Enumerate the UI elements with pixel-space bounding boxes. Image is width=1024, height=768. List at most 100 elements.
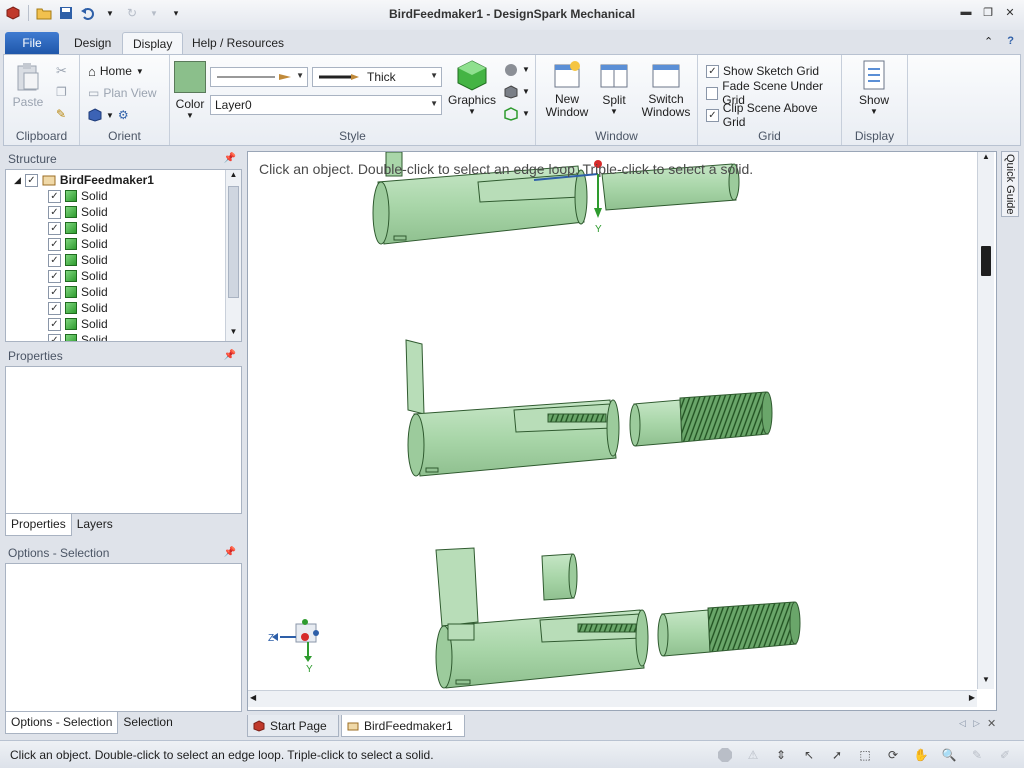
- pointer-icon[interactable]: ➚: [828, 746, 846, 764]
- stop-icon[interactable]: [716, 746, 734, 764]
- tree-item-solid[interactable]: ✓ Solid: [48, 332, 108, 341]
- tab-selection[interactable]: Selection: [118, 712, 177, 734]
- tab-properties[interactable]: Properties: [5, 514, 72, 536]
- tree-item-checkbox[interactable]: ✓: [48, 301, 61, 315]
- fade-scene-checkbox[interactable]: Fade Scene Under Grid: [706, 79, 841, 107]
- wireframe-style-dropdown-icon[interactable]: ▼: [522, 109, 530, 118]
- tab-options-selection[interactable]: Options - Selection: [5, 712, 119, 734]
- tree-item-checkbox[interactable]: ✓: [48, 285, 61, 299]
- zoom-icon[interactable]: 🔍: [940, 746, 958, 764]
- solid-icon: [65, 222, 77, 234]
- scroll-up-arrow[interactable]: ▲: [226, 170, 241, 184]
- box-style-icon[interactable]: [504, 85, 518, 102]
- plan-view-button[interactable]: ▭ Plan View: [88, 83, 157, 103]
- clip-scene-checkbox[interactable]: ✓ Clip Scene Above Grid: [706, 101, 841, 129]
- sphere-style-dropdown-icon[interactable]: ▼: [522, 65, 530, 74]
- new-window-button[interactable]: New Window: [544, 59, 590, 119]
- tree-item-solid[interactable]: ✓ Solid: [48, 284, 108, 300]
- tab-birdfeedmaker1[interactable]: BirdFeedmaker1 ✕: [341, 715, 465, 755]
- format-painter-icon[interactable]: ✎: [56, 107, 66, 121]
- switch-windows-button[interactable]: Switch Windows: [636, 59, 696, 119]
- tab-file[interactable]: File: [5, 32, 59, 54]
- scroll-thumb[interactable]: [981, 246, 991, 276]
- restore-icon[interactable]: ❐: [980, 4, 996, 20]
- box-style-dropdown-icon[interactable]: ▼: [522, 87, 530, 96]
- scroll-down-arrow[interactable]: ▼: [226, 327, 241, 341]
- tab-prev-icon[interactable]: ◁: [959, 718, 966, 729]
- tree-item-checkbox[interactable]: ✓: [48, 269, 61, 283]
- tab-design[interactable]: Design: [64, 32, 121, 54]
- graphics-button[interactable]: Graphics ▼: [448, 59, 496, 116]
- tree-item-checkbox[interactable]: ✓: [48, 205, 61, 219]
- scroll-thumb[interactable]: [228, 186, 239, 298]
- sketch-icon[interactable]: ✎: [968, 746, 986, 764]
- structure-scrollbar[interactable]: ▲ ▼: [225, 170, 241, 341]
- orbit-icon[interactable]: ⟳: [884, 746, 902, 764]
- pin-icon[interactable]: 📌: [224, 347, 236, 365]
- expand-icon[interactable]: ◢: [14, 175, 21, 186]
- line-weight-dropdown[interactable]: Thick ▼: [312, 67, 442, 87]
- scroll-down-arrow[interactable]: ▼: [978, 675, 994, 689]
- measure-icon[interactable]: ✐: [996, 746, 1014, 764]
- select-mode-icon[interactable]: ↖: [800, 746, 818, 764]
- box-select-icon[interactable]: ⬚: [856, 746, 874, 764]
- assembly-middle[interactable]: [405, 339, 773, 477]
- scroll-right-arrow[interactable]: ▶: [969, 693, 975, 702]
- pin-icon[interactable]: 📌: [224, 544, 236, 562]
- model-canvas[interactable]: Y Z Y: [248, 152, 997, 711]
- color-button[interactable]: Color ▼: [174, 61, 206, 120]
- tree-item-label: Solid: [81, 317, 108, 331]
- pin-icon[interactable]: 📌: [224, 150, 236, 168]
- show-button[interactable]: Show ▼: [858, 59, 890, 116]
- tree-item-solid[interactable]: ✓ Solid: [48, 188, 108, 204]
- tab-next-icon[interactable]: ▷: [973, 718, 980, 729]
- tree-item-checkbox[interactable]: ✓: [48, 189, 61, 203]
- tab-help-resources[interactable]: Help / Resources: [182, 32, 294, 54]
- layer-dropdown[interactable]: Layer0 ▼: [210, 95, 442, 115]
- home-button[interactable]: ⌂ Home ▼: [88, 61, 144, 81]
- viewport-horizontal-scrollbar[interactable]: ◀ ▶: [248, 690, 977, 707]
- show-sketch-grid-checkbox[interactable]: ✓ Show Sketch Grid: [706, 61, 819, 81]
- viewport-vertical-scrollbar[interactable]: ▲ ▼: [977, 152, 994, 689]
- help-icon[interactable]: ?: [1007, 35, 1014, 48]
- line-style-dropdown[interactable]: ▼: [210, 67, 308, 87]
- tab-display[interactable]: Display: [122, 32, 184, 54]
- tree-item-solid[interactable]: ✓ Solid: [48, 316, 108, 332]
- 3d-viewport[interactable]: Y Z Y Click an object. Double-click to s…: [247, 151, 997, 711]
- cut-icon[interactable]: ✂: [56, 63, 67, 79]
- wireframe-style-icon[interactable]: [504, 107, 518, 124]
- tree-item-solid[interactable]: ✓ Solid: [48, 300, 108, 316]
- pan-icon[interactable]: ✋: [912, 746, 930, 764]
- sphere-style-icon[interactable]: [504, 63, 518, 80]
- view-cube-icon[interactable]: [88, 108, 102, 122]
- close-icon[interactable]: ✕: [1002, 4, 1018, 20]
- split-button[interactable]: Split ▼: [598, 59, 630, 116]
- tree-item-checkbox[interactable]: ✓: [48, 237, 61, 251]
- tree-item-checkbox[interactable]: ✓: [48, 317, 61, 331]
- view-dropdown-icon[interactable]: ▼: [106, 111, 114, 120]
- tree-item-solid[interactable]: ✓ Solid: [48, 236, 108, 252]
- tree-item-checkbox[interactable]: ✓: [48, 253, 61, 267]
- scroll-left-arrow[interactable]: ◀: [250, 693, 256, 702]
- tree-item-checkbox[interactable]: ✓: [48, 333, 61, 341]
- scroll-up-arrow[interactable]: ▲: [978, 152, 994, 166]
- minimize-icon[interactable]: ▬: [958, 4, 974, 20]
- close-all-tabs-icon[interactable]: ✕: [987, 717, 996, 730]
- tab-start-page[interactable]: Start Page: [247, 715, 339, 737]
- tree-item-solid[interactable]: ✓ Solid: [48, 252, 108, 268]
- copy-icon[interactable]: ❐: [56, 85, 67, 99]
- tab-layers[interactable]: Layers: [72, 514, 118, 536]
- warning-icon[interactable]: ⚠: [744, 746, 762, 764]
- snap-view-icon[interactable]: ⚙: [118, 108, 129, 122]
- collapse-ribbon-icon[interactable]: ⌃: [984, 35, 993, 48]
- tree-item-solid[interactable]: ✓ Solid: [48, 268, 108, 284]
- paste-button[interactable]: Paste: [12, 61, 44, 109]
- tree-item-solid[interactable]: ✓ Solid: [48, 204, 108, 220]
- tree-item-solid[interactable]: ✓ Solid: [48, 220, 108, 236]
- assembly-bottom[interactable]: [435, 547, 801, 689]
- tree-root[interactable]: ◢ ✓ BirdFeedmaker1: [14, 172, 154, 188]
- nudge-arrows-icon[interactable]: ⇕: [772, 746, 790, 764]
- quick-guide-tab[interactable]: Quick Guide: [1001, 151, 1019, 217]
- tree-root-checkbox[interactable]: ✓: [24, 173, 38, 187]
- tree-item-checkbox[interactable]: ✓: [48, 221, 61, 235]
